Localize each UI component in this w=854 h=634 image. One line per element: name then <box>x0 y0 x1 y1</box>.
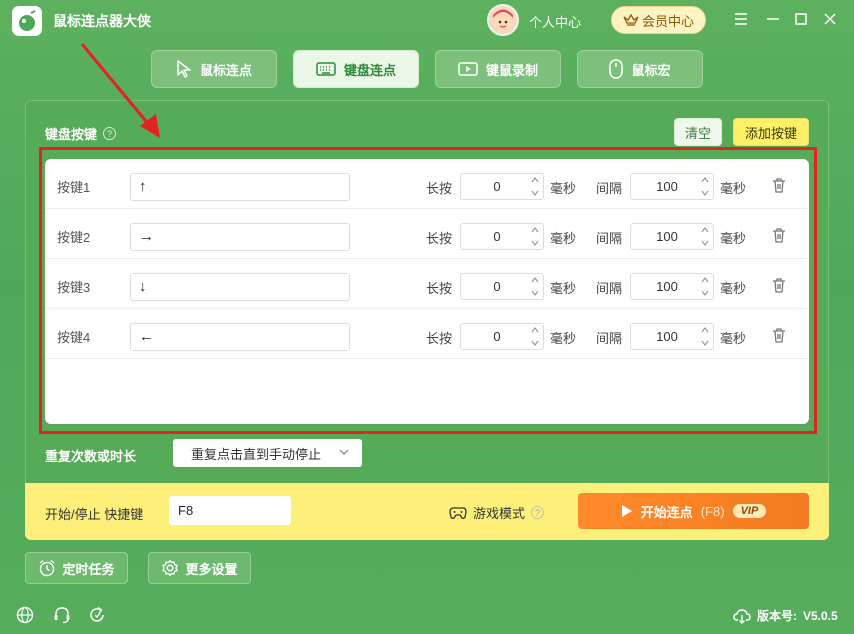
help-icon[interactable]: ? <box>531 506 545 519</box>
close-icon[interactable] <box>821 10 839 28</box>
more-settings-label: 更多设置 <box>185 561 238 577</box>
vip-center-button[interactable]: 会员中心 <box>611 6 706 34</box>
game-mode-label: 游戏模式 <box>473 506 526 521</box>
tab-label: 鼠标连点 <box>199 62 252 78</box>
gear-icon <box>162 559 179 577</box>
help-icon[interactable]: ? <box>103 127 117 140</box>
tab-mouse-macro[interactable]: 鼠标宏 <box>577 50 703 88</box>
gamepad-icon <box>449 506 467 519</box>
keyboard-icon <box>316 62 336 76</box>
app-logo <box>12 6 42 36</box>
refresh-icon[interactable] <box>88 606 106 624</box>
control-bar: 开始/停止 快捷键 F8 游戏模式 ? 开始连点 (F8) VIP <box>25 483 829 540</box>
record-icon <box>458 62 478 76</box>
alarm-clock-icon <box>40 559 55 577</box>
chevron-down-icon <box>339 449 349 455</box>
crown-icon <box>623 13 639 26</box>
start-click-button[interactable]: 开始连点 (F8) VIP <box>578 493 809 529</box>
play-icon <box>621 505 632 517</box>
maximize-icon[interactable] <box>792 10 810 28</box>
repeat-selected-value: 重复点击直到手动停止 <box>191 446 322 462</box>
keys-section-title: 键盘按键 ? <box>45 124 117 143</box>
user-center-link[interactable]: 个人中心 <box>529 12 581 31</box>
cloud-download-icon <box>733 608 751 624</box>
scheduled-task-button[interactable]: 定时任务 <box>25 552 128 584</box>
vip-center-label: 会员中心 <box>641 13 694 29</box>
globe-icon[interactable] <box>16 606 34 624</box>
vip-badge: VIP <box>732 504 767 518</box>
more-settings-button[interactable]: 更多设置 <box>148 552 251 584</box>
hotkey-label: 开始/停止 快捷键 <box>45 507 144 522</box>
avatar[interactable] <box>487 4 519 36</box>
start-hotkey: (F8) <box>700 503 725 519</box>
title-bar: 鼠标连点器大侠 个人中心 会员中心 <box>0 0 854 42</box>
clear-button[interactable]: 清空 <box>674 118 722 146</box>
tab-label: 鼠标宏 <box>631 62 671 78</box>
tab-key-mouse-record[interactable]: 键鼠录制 <box>435 50 561 88</box>
repeat-select[interactable]: 重复点击直到手动停止 <box>173 439 362 467</box>
version-label: 版本号: <box>757 609 797 623</box>
app-title: 鼠标连点器大侠 <box>53 13 151 29</box>
start-label: 开始连点 <box>640 504 693 520</box>
add-key-button[interactable]: 添加按键 <box>733 118 809 146</box>
minimize-icon[interactable] <box>764 10 782 28</box>
repeat-label: 重复次数或时长 <box>45 449 137 464</box>
tab-keyboard-click[interactable]: 键盘连点 <box>293 50 419 88</box>
mouse-icon <box>609 59 624 79</box>
hotkey-input[interactable]: F8 <box>169 496 291 525</box>
tab-label: 键盘连点 <box>343 62 396 78</box>
tab-label: 键鼠录制 <box>485 62 538 78</box>
keys-section-label: 键盘按键 <box>45 127 98 142</box>
version-number: V5.0.5 <box>803 608 838 623</box>
annotation-frame <box>39 147 817 434</box>
customer-service-icon[interactable] <box>53 606 71 624</box>
version-info: 版本号: V5.0.5 <box>733 607 838 624</box>
game-mode-toggle[interactable]: 游戏模式 ? <box>449 503 545 522</box>
scheduled-task-label: 定时任务 <box>62 561 115 577</box>
tab-mouse-click[interactable]: 鼠标连点 <box>151 50 277 88</box>
cursor-icon <box>177 60 191 78</box>
menu-icon[interactable] <box>732 10 750 28</box>
